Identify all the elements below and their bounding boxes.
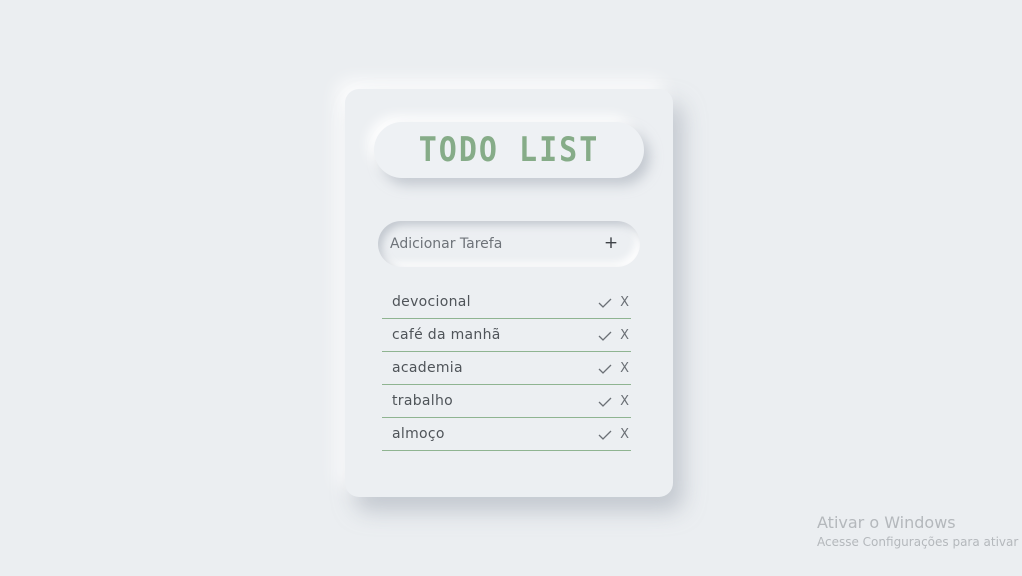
task-actions: X bbox=[598, 328, 629, 344]
check-icon bbox=[598, 298, 612, 308]
delete-task-button[interactable]: X bbox=[620, 361, 629, 377]
windows-activation-watermark: Ativar o Windows Acesse Configurações pa… bbox=[817, 513, 1018, 551]
check-icon bbox=[598, 430, 612, 440]
complete-task-button[interactable] bbox=[598, 361, 614, 377]
app-title: TODO LIST bbox=[418, 130, 600, 170]
task-actions: X bbox=[598, 295, 629, 311]
task-label: café da manhã bbox=[392, 327, 501, 343]
watermark-subtitle: Acesse Configurações para ativar bbox=[817, 535, 1019, 549]
task-item: almoço X bbox=[382, 418, 631, 451]
delete-task-button[interactable]: X bbox=[620, 394, 629, 410]
task-item: devocional X bbox=[382, 286, 631, 319]
task-item: trabalho X bbox=[382, 385, 631, 418]
watermark-title: Ativar o Windows bbox=[817, 513, 956, 532]
todo-card: TODO LIST + devocional X café da manhã X bbox=[345, 89, 673, 497]
task-label: almoço bbox=[392, 426, 445, 442]
complete-task-button[interactable] bbox=[598, 394, 614, 410]
complete-task-button[interactable] bbox=[598, 295, 614, 311]
title-pill: TODO LIST bbox=[374, 122, 644, 178]
task-label: devocional bbox=[392, 294, 471, 310]
add-task-field: + bbox=[378, 221, 640, 267]
add-task-input[interactable] bbox=[390, 221, 590, 267]
check-icon bbox=[598, 364, 612, 374]
task-item: café da manhã X bbox=[382, 319, 631, 352]
task-label: trabalho bbox=[392, 393, 454, 409]
task-item: academia X bbox=[382, 352, 631, 385]
task-label: academia bbox=[392, 360, 463, 376]
complete-task-button[interactable] bbox=[598, 328, 614, 344]
add-task-button[interactable]: + bbox=[600, 232, 622, 254]
delete-task-button[interactable]: X bbox=[620, 295, 629, 311]
task-actions: X bbox=[598, 394, 629, 410]
delete-task-button[interactable]: X bbox=[620, 328, 629, 344]
check-icon bbox=[598, 331, 612, 341]
complete-task-button[interactable] bbox=[598, 427, 614, 443]
task-list: devocional X café da manhã X academia X … bbox=[382, 286, 631, 451]
task-actions: X bbox=[598, 361, 629, 377]
check-icon bbox=[598, 397, 612, 407]
delete-task-button[interactable]: X bbox=[620, 427, 629, 443]
task-actions: X bbox=[598, 427, 629, 443]
